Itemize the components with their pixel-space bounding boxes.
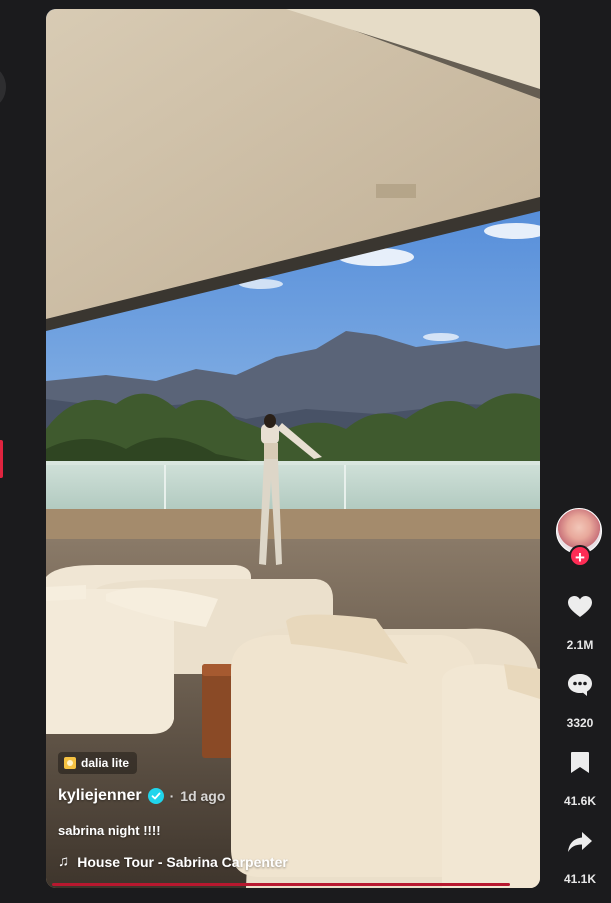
comment-button[interactable] [556,665,604,705]
meta-separator: · [169,788,175,804]
bookmark-button[interactable] [556,743,604,783]
music-note-icon: ♫ [58,853,70,870]
comment-icon [568,674,592,696]
author-name-link[interactable]: kyliejenner [58,787,142,805]
verified-badge-icon [147,788,164,804]
share-icon [568,832,592,852]
effect-label: dalia lite [81,756,130,770]
effect-tag[interactable]: dalia lite [58,752,138,774]
creator-avatar-group[interactable]: + [556,508,604,567]
comment-count: 3320 [566,716,594,730]
music-title: House Tour - Sabrina Carpenter [77,853,288,870]
share-count: 41.1K [563,872,597,886]
music-link[interactable]: ♫ House Tour - Sabrina Carpenter [58,853,288,870]
video-progress-bar[interactable] [52,883,510,886]
like-count: 2.1M [566,638,594,652]
left-nav-active-marker [0,440,3,478]
video-player[interactable]: dalia lite kyliejenner · 1d ago sabrina … [46,9,540,888]
bookmark-icon [571,752,589,773]
left-nav-circle[interactable] [0,68,6,106]
author-row: kyliejenner · 1d ago [58,787,225,805]
heart-icon [568,596,592,617]
post-time: 1d ago [180,788,226,804]
effect-icon [64,757,76,769]
share-button[interactable] [556,822,604,862]
video-caption: sabrina night !!!! [58,823,161,838]
plus-icon[interactable]: + [569,545,591,567]
like-button[interactable] [556,587,604,627]
bookmark-count: 41.6K [563,794,597,808]
